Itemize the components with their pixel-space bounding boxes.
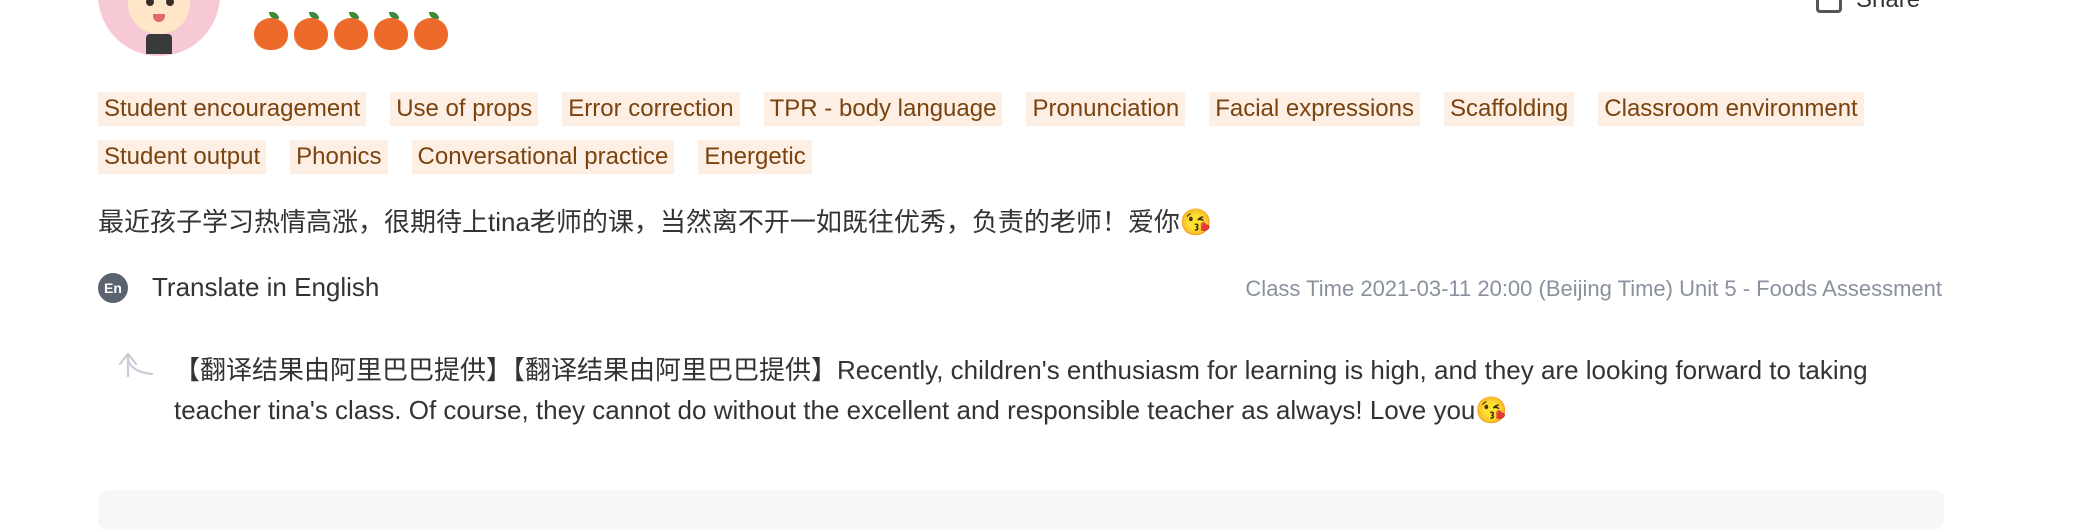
review-text: 最近孩子学习热情高涨，很期待上tina老师的课，当然离不开一如既往优秀，负责的老… (98, 207, 1213, 237)
apple-icon (412, 10, 450, 52)
tag: Classroom environment (1598, 92, 1864, 126)
tag: Student output (98, 140, 267, 174)
translation-text: 【翻译结果由阿里巴巴提供】【翻译结果由阿里巴巴提供】Recently, chil… (174, 355, 1868, 425)
tag: Phonics (290, 140, 388, 174)
apple-icon (372, 10, 410, 52)
tag: Scaffolding (1443, 92, 1575, 126)
share-label: Share (1856, 0, 1920, 14)
translate-button[interactable]: En Translate in English (98, 272, 379, 303)
apple-icon (252, 10, 290, 52)
teacher-avatar (98, 0, 220, 56)
tag: Conversational practice (411, 140, 675, 174)
tag: TPR - body language (763, 92, 1003, 126)
apple-icon (332, 10, 370, 52)
tag: Pronunciation (1026, 92, 1186, 126)
translate-label: Translate in English (152, 272, 380, 302)
class-time: Class Time 2021-03-11 20:00 (Beijing Tim… (1245, 276, 1942, 301)
tag: Student encouragement (98, 92, 367, 126)
english-icon: En (98, 272, 128, 303)
tag: Use of props (390, 92, 539, 126)
reply-arrow-icon (118, 352, 154, 378)
avatar-collar (146, 34, 172, 54)
tag: Facial expressions (1209, 92, 1420, 126)
share-button[interactable]: Share (1816, 0, 1920, 14)
tag-list: Student encouragement Use of props Error… (98, 92, 1998, 174)
share-icon (1816, 0, 1842, 13)
apple-rating (252, 10, 450, 52)
tag: Energetic (698, 140, 812, 174)
next-review-card (98, 490, 1944, 530)
apple-icon (292, 10, 330, 52)
tag: Error correction (562, 92, 740, 126)
